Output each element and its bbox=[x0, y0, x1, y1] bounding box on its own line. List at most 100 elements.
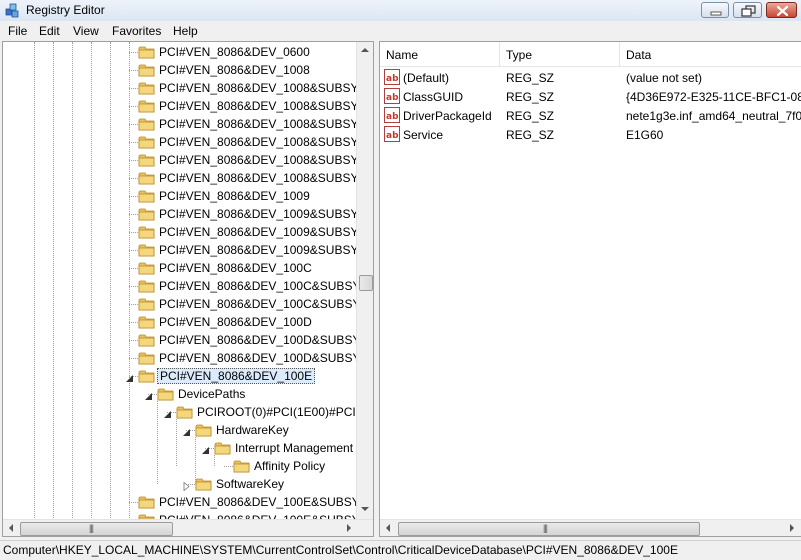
collapse-arrow-icon[interactable] bbox=[163, 408, 172, 418]
tree-horizontal-scroll-thumb[interactable]: ||| bbox=[20, 522, 173, 536]
tree-guide-line bbox=[176, 419, 177, 466]
tree-guide-line bbox=[53, 42, 54, 520]
tree-connector bbox=[129, 304, 138, 305]
string-value-icon: ab bbox=[384, 69, 400, 85]
scroll-right-icon[interactable] bbox=[790, 524, 794, 532]
minimize-button[interactable] bbox=[701, 2, 729, 18]
tree-node-label: PCI#VEN_8086&DEV_1009&SUBSYS_0 bbox=[159, 207, 374, 221]
string-value-icon: ab bbox=[384, 126, 400, 142]
column-header-name[interactable]: Name bbox=[380, 42, 500, 66]
tree-node-label: PCI#VEN_8086&DEV_1009 bbox=[159, 189, 310, 203]
tree-guide-line bbox=[129, 42, 130, 520]
window-title: Registry Editor bbox=[26, 3, 105, 17]
menu-file[interactable]: File bbox=[8, 24, 27, 38]
tree-node-label: PCI#VEN_8086&DEV_100D bbox=[159, 315, 312, 329]
folder-icon bbox=[138, 316, 155, 329]
tree-guide-line bbox=[214, 455, 215, 466]
scroll-left-icon[interactable] bbox=[9, 524, 13, 532]
tree-connector bbox=[129, 286, 138, 287]
tree-node-label: PCI#VEN_8086&DEV_1009&SUBSYS_1 bbox=[159, 225, 374, 239]
tree-connector bbox=[224, 466, 233, 467]
scroll-up-icon[interactable] bbox=[361, 48, 369, 52]
folder-icon bbox=[233, 460, 250, 473]
tree-node-label: PCI#VEN_8086&DEV_1009&SUBSYS_2 bbox=[159, 243, 374, 257]
value-type: REG_SZ bbox=[506, 128, 555, 142]
minimize-icon bbox=[710, 11, 722, 16]
collapse-arrow-icon[interactable] bbox=[182, 426, 191, 436]
svg-text:ab: ab bbox=[386, 93, 399, 103]
folder-icon bbox=[138, 190, 155, 203]
tree-connector bbox=[129, 214, 138, 215]
tree-node-label: DevicePaths bbox=[178, 387, 246, 401]
tree-node-label: PCI#VEN_8086&DEV_1008&SUBSYS_0 bbox=[159, 99, 374, 113]
value-row[interactable]: ab ClassGUID REG_SZ {4D36E972-E325-11CE-BFC… bbox=[380, 87, 801, 106]
column-header-type[interactable]: Type bbox=[500, 42, 620, 66]
collapse-arrow-icon[interactable] bbox=[201, 444, 210, 454]
values-list[interactable]: Name Type Data ab (Default) REG_SZ (value n… bbox=[379, 41, 801, 537]
tree-guide-line bbox=[157, 401, 158, 484]
tree-connector bbox=[129, 52, 138, 53]
tree-node-label: PCI#VEN_8086&DEV_100E bbox=[157, 368, 316, 384]
value-data: nete1g3e.inf_amd64_neutral_7f08 bbox=[626, 109, 801, 123]
folder-icon bbox=[138, 370, 155, 383]
list-horizontal-scrollbar[interactable]: ||| bbox=[380, 519, 801, 536]
column-header-data[interactable]: Data bbox=[620, 42, 801, 66]
folder-icon bbox=[138, 244, 155, 257]
tree-connector bbox=[129, 250, 138, 251]
status-bar: Computer\HKEY_LOCAL_MACHINE\SYSTEM\Curre… bbox=[0, 540, 801, 560]
tree-node-label: PCI#VEN_8086&DEV_1008&SUBSYS_2 bbox=[159, 171, 374, 185]
folder-icon bbox=[138, 298, 155, 311]
tree-connector bbox=[129, 322, 138, 323]
tree-vertical-scroll-thumb[interactable] bbox=[359, 275, 373, 291]
folder-icon bbox=[138, 136, 155, 149]
list-horizontal-scroll-thumb[interactable]: ||| bbox=[398, 522, 700, 536]
key-tree[interactable]: PCI#VEN_8086&DEV_0600 PCI#VEN_8086&DEV_10… bbox=[2, 41, 374, 537]
collapse-arrow-icon[interactable] bbox=[125, 372, 134, 382]
tree-node-label: PCI#VEN_8086&DEV_0600 bbox=[159, 45, 310, 59]
menu-help[interactable]: Help bbox=[173, 24, 198, 38]
folder-icon bbox=[138, 82, 155, 95]
tree-connector bbox=[129, 358, 138, 359]
folder-icon bbox=[138, 262, 155, 275]
expand-arrow-icon[interactable] bbox=[182, 480, 191, 492]
tree-node-label: PCI#VEN_8086&DEV_1008&SUBSYS_0 bbox=[159, 117, 374, 131]
tree-node-label: PCI#VEN_8086&DEV_100C bbox=[159, 261, 312, 275]
folder-icon bbox=[138, 64, 155, 77]
folder-icon bbox=[176, 406, 193, 419]
folder-icon bbox=[138, 352, 155, 365]
folder-icon bbox=[138, 334, 155, 347]
value-data: (value not set) bbox=[626, 71, 703, 85]
scroll-down-icon[interactable] bbox=[361, 507, 369, 511]
tree-node-label: HardwareKey bbox=[216, 423, 289, 437]
tree-connector bbox=[129, 88, 138, 89]
tree-horizontal-scrollbar[interactable]: ||| bbox=[3, 519, 373, 536]
folder-icon bbox=[138, 208, 155, 221]
scroll-right-icon[interactable] bbox=[347, 524, 351, 532]
value-row[interactable]: ab (Default) REG_SZ (value not set) bbox=[380, 68, 801, 87]
tree-guide-line bbox=[34, 42, 35, 520]
value-row[interactable]: ab DriverPackageId REG_SZ nete1g3e.inf_amd6… bbox=[380, 106, 801, 125]
collapse-arrow-icon[interactable] bbox=[144, 390, 153, 400]
folder-icon bbox=[138, 154, 155, 167]
maximize-icon bbox=[741, 5, 756, 17]
tree-connector bbox=[129, 340, 138, 341]
tree-guide-line bbox=[195, 437, 196, 484]
tree-node-label: PCIROOT(0)#PCI(1E00)#PCI(01 bbox=[197, 405, 374, 419]
folder-icon bbox=[138, 118, 155, 131]
tree-connector bbox=[129, 178, 138, 179]
menu-edit[interactable]: Edit bbox=[39, 24, 60, 38]
folder-icon bbox=[138, 46, 155, 59]
menu-favorites[interactable]: Favorites bbox=[112, 24, 161, 38]
tree-vertical-scrollbar[interactable] bbox=[356, 42, 373, 519]
maximize-button[interactable] bbox=[733, 2, 762, 18]
tree-connector bbox=[129, 124, 138, 125]
scroll-left-icon[interactable] bbox=[386, 524, 390, 532]
tree-node-label: PCI#VEN_8086&DEV_100E&SUBSYS_0 bbox=[159, 495, 374, 509]
tree-guide-line bbox=[72, 42, 73, 520]
value-row[interactable]: ab Service REG_SZ E1G60 bbox=[380, 125, 801, 144]
folder-icon bbox=[214, 442, 231, 455]
folder-icon bbox=[195, 478, 212, 491]
close-button[interactable] bbox=[766, 2, 797, 18]
menu-view[interactable]: View bbox=[73, 24, 99, 38]
value-data: E1G60 bbox=[626, 128, 664, 142]
